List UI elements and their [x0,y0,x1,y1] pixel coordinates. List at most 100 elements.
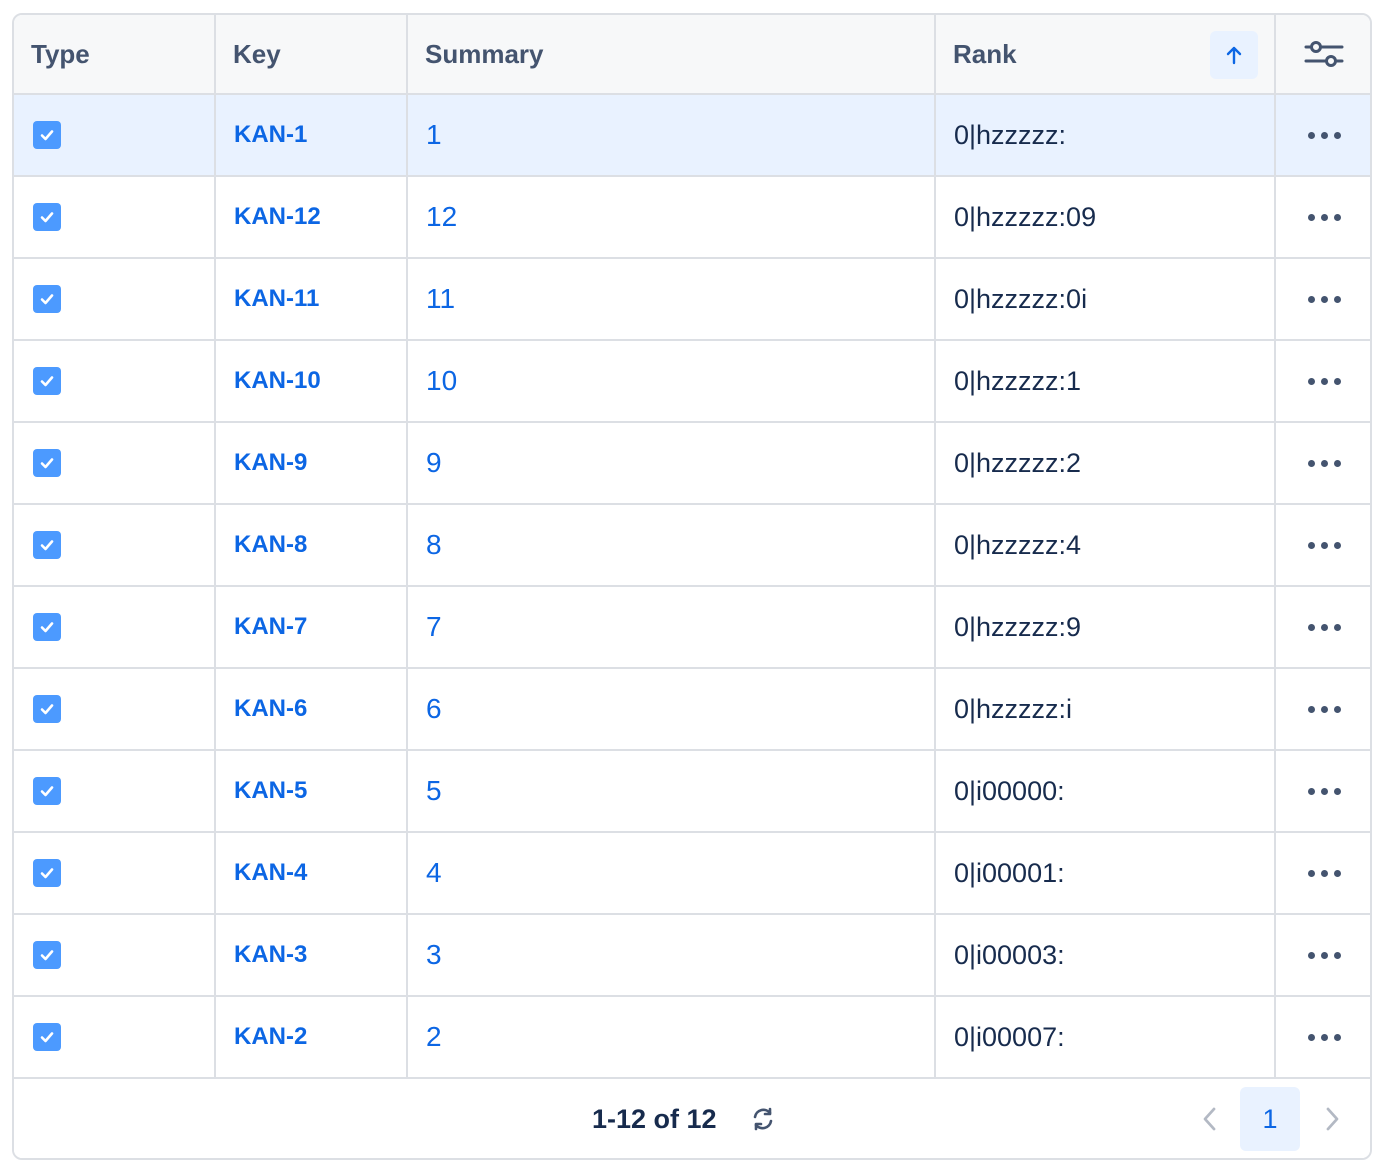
column-header-type-label: Type [31,38,90,69]
column-header-key[interactable]: Key [216,15,408,95]
rank-value: 0|hzzzzz:0i [954,283,1088,314]
type-cell [14,915,216,997]
type-cell [14,669,216,751]
key-cell: KAN-10 [216,341,408,423]
task-type-icon [33,285,61,313]
key-cell: KAN-3 [216,915,408,997]
issue-key-link[interactable]: KAN-10 [234,367,321,395]
key-cell: KAN-8 [216,505,408,587]
more-actions-icon[interactable] [1300,288,1349,311]
rank-cell: 0|i00000: [936,751,1276,833]
issue-key-link[interactable]: KAN-4 [234,859,307,887]
issue-summary-link[interactable]: 1 [426,119,442,151]
issue-summary-link[interactable]: 5 [426,775,442,807]
issue-summary-link[interactable]: 7 [426,611,442,643]
summary-cell: 10 [408,341,936,423]
rank-value: 0|hzzzzz:9 [954,611,1082,642]
column-header-rank[interactable]: Rank [936,15,1276,95]
column-header-summary-label: Summary [425,38,544,69]
issue-summary-link[interactable]: 3 [426,939,442,971]
rank-cell: 0|i00001: [936,833,1276,915]
actions-cell [1276,95,1370,177]
column-settings-button[interactable] [1276,15,1370,95]
more-actions-icon[interactable] [1300,780,1349,803]
more-actions-icon[interactable] [1300,1026,1349,1049]
actions-cell [1276,587,1370,669]
issue-summary-link[interactable]: 9 [426,447,442,479]
issue-summary-link[interactable]: 8 [426,529,442,561]
actions-cell [1276,341,1370,423]
rank-cell: 0|hzzzzz:09 [936,177,1276,259]
more-actions-icon[interactable] [1300,616,1349,639]
previous-page-button[interactable] [1194,1103,1226,1135]
more-actions-icon[interactable] [1300,944,1349,967]
summary-cell: 9 [408,423,936,505]
arrow-up-icon [1226,46,1242,65]
issue-summary-link[interactable]: 2 [426,1021,442,1053]
issue-summary-link[interactable]: 10 [426,365,457,397]
type-cell [14,505,216,587]
rank-cell: 0|i00003: [936,915,1276,997]
next-page-button[interactable] [1316,1103,1348,1135]
more-actions-icon[interactable] [1300,452,1349,475]
type-cell [14,259,216,341]
more-actions-icon[interactable] [1300,862,1349,885]
rank-cell: 0|hzzzzz: [936,95,1276,177]
issue-key-link[interactable]: KAN-7 [234,613,307,641]
type-cell [14,833,216,915]
sort-ascending-button[interactable] [1210,31,1258,79]
refresh-icon[interactable] [750,1106,776,1132]
rank-cell: 0|hzzzzz:4 [936,505,1276,587]
column-header-summary[interactable]: Summary [408,15,936,95]
issue-key-link[interactable]: KAN-9 [234,449,307,477]
issue-key-link[interactable]: KAN-5 [234,777,307,805]
more-actions-icon[interactable] [1300,698,1349,721]
key-cell: KAN-4 [216,833,408,915]
summary-cell: 12 [408,177,936,259]
issue-key-link[interactable]: KAN-6 [234,695,307,723]
actions-cell [1276,833,1370,915]
rank-value: 0|hzzzzz:1 [954,365,1082,396]
type-cell [14,177,216,259]
more-actions-icon[interactable] [1300,534,1349,557]
task-type-icon [33,531,61,559]
issues-table: Type Key Summary Rank KAN-1 1 0|hzzzzz: KAN… [12,13,1372,1160]
actions-cell [1276,505,1370,587]
more-actions-icon[interactable] [1300,206,1349,229]
summary-cell: 4 [408,833,936,915]
chevron-left-icon [1203,1107,1216,1131]
summary-cell: 7 [408,587,936,669]
rank-cell: 0|hzzzzz:i [936,669,1276,751]
summary-cell: 6 [408,669,936,751]
key-cell: KAN-5 [216,751,408,833]
rank-cell: 0|hzzzzz:1 [936,341,1276,423]
issue-summary-link[interactable]: 11 [426,283,455,315]
rank-value: 0|hzzzzz:4 [954,529,1082,560]
summary-cell: 1 [408,95,936,177]
rank-value: 0|hzzzzz: [954,119,1067,150]
issue-key-link[interactable]: KAN-11 [234,285,319,313]
more-actions-icon[interactable] [1300,370,1349,393]
task-type-icon [33,1023,61,1051]
more-actions-icon[interactable] [1300,124,1349,147]
issue-summary-link[interactable]: 4 [426,857,442,889]
page-1-button[interactable]: 1 [1240,1087,1300,1151]
issue-key-link[interactable]: KAN-3 [234,941,307,969]
issue-summary-link[interactable]: 6 [426,693,442,725]
rank-value: 0|hzzzzz:2 [954,447,1082,478]
issue-key-link[interactable]: KAN-12 [234,203,321,231]
rank-cell: 0|hzzzzz:9 [936,587,1276,669]
type-cell [14,95,216,177]
issue-summary-link[interactable]: 12 [426,201,457,233]
actions-cell [1276,423,1370,505]
issue-key-link[interactable]: KAN-2 [234,1023,307,1051]
task-type-icon [33,203,61,231]
rank-value: 0|i00000: [954,775,1065,806]
type-cell [14,587,216,669]
rank-value: 0|hzzzzz:i [954,693,1073,724]
issue-key-link[interactable]: KAN-1 [234,121,307,149]
task-type-icon [33,367,61,395]
rank-value: 0|i00007: [954,1021,1065,1052]
column-header-type[interactable]: Type [14,15,216,95]
issue-key-link[interactable]: KAN-8 [234,531,307,559]
